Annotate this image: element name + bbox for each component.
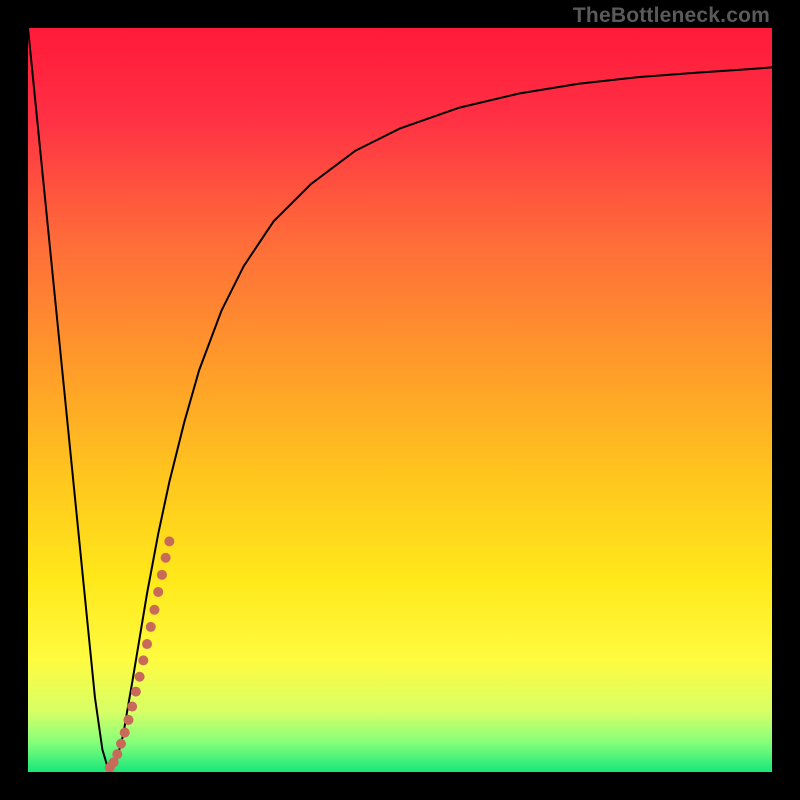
highlight-dot xyxy=(120,728,130,738)
bottleneck-chart xyxy=(28,28,772,772)
highlight-dot xyxy=(146,622,156,632)
highlight-dot xyxy=(112,749,122,759)
highlight-dot xyxy=(116,739,126,749)
highlight-dot xyxy=(142,639,152,649)
highlight-dot xyxy=(138,655,148,665)
highlight-dot xyxy=(131,687,141,697)
highlight-dot xyxy=(157,570,167,580)
highlight-dot xyxy=(123,715,133,725)
highlight-dot xyxy=(135,672,145,682)
chart-frame xyxy=(28,28,772,772)
watermark-text: TheBottleneck.com xyxy=(573,4,770,28)
highlight-dot xyxy=(153,587,163,597)
highlight-dot xyxy=(161,553,171,563)
highlight-dot xyxy=(149,605,159,615)
highlight-dot xyxy=(164,536,174,546)
highlight-dot xyxy=(127,702,137,712)
